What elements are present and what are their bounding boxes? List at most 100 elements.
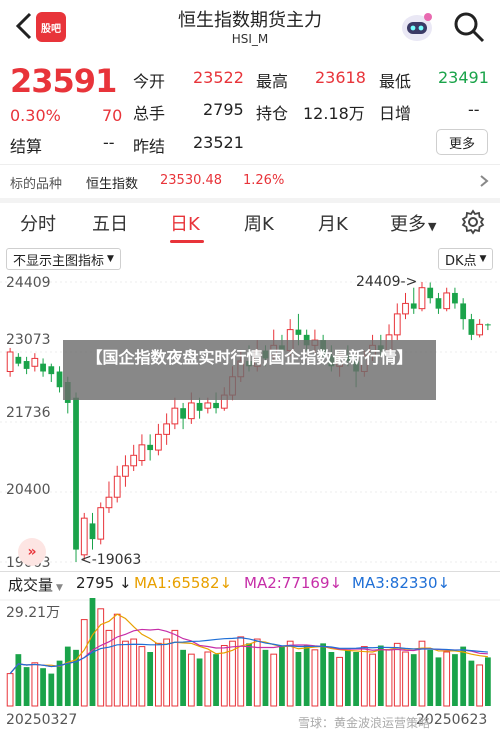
settle-value: -- bbox=[103, 133, 115, 152]
volume-bar bbox=[476, 664, 484, 707]
candle-body bbox=[196, 402, 203, 411]
indicator-select[interactable]: 不显示主图指标 ▼ bbox=[6, 248, 121, 270]
y-tick-label: 23073 bbox=[6, 332, 51, 348]
ma1-row: MA1:65582↓ bbox=[134, 574, 232, 592]
candle-body bbox=[138, 444, 146, 462]
candle-body bbox=[187, 402, 195, 420]
robot-assistant-icon[interactable] bbox=[398, 8, 436, 46]
date-start: 20250327 bbox=[6, 712, 78, 728]
volume-bar bbox=[155, 642, 162, 707]
down-arrow-icon: ↓ bbox=[437, 574, 451, 592]
divider bbox=[0, 571, 500, 572]
candle-body bbox=[452, 292, 458, 304]
candle-body bbox=[89, 523, 96, 540]
volume-bar bbox=[336, 656, 343, 707]
down-arrow-icon: ↓ bbox=[114, 574, 132, 592]
volume-bar bbox=[344, 649, 351, 706]
volume-current: 2795 bbox=[76, 574, 115, 592]
more-quote-button[interactable]: 更多 bbox=[436, 129, 488, 155]
volume-bar bbox=[353, 652, 359, 706]
candle-body bbox=[402, 302, 409, 315]
tab-weekly-k[interactable]: 周K bbox=[244, 210, 274, 236]
settings-gear-icon[interactable] bbox=[460, 209, 486, 235]
settle-label: 结算 bbox=[10, 137, 43, 156]
volume-bar bbox=[220, 645, 228, 707]
volume-bar bbox=[452, 654, 458, 706]
candle-body bbox=[476, 323, 484, 336]
volume-bar bbox=[427, 649, 434, 706]
volume-bar bbox=[253, 638, 261, 707]
volume-bar bbox=[48, 673, 55, 706]
low-label: 最低 bbox=[379, 72, 412, 91]
section-gap bbox=[0, 198, 500, 203]
news-banner[interactable]: 【国企指数夜盘实时行情,国企指数最新行情】 bbox=[63, 340, 436, 400]
candle-body bbox=[31, 357, 39, 367]
candle-body bbox=[171, 407, 179, 425]
volume-value-row: 2795 ↓ bbox=[76, 574, 132, 592]
search-icon[interactable] bbox=[452, 10, 486, 44]
volume-select-label: 成交量 bbox=[8, 576, 54, 594]
tab-five-day[interactable]: 五日 bbox=[92, 210, 128, 236]
volume-bar bbox=[270, 653, 278, 707]
volume-bar bbox=[303, 645, 310, 706]
volume-bar bbox=[15, 654, 22, 706]
candle-body bbox=[460, 303, 467, 320]
candle-body bbox=[73, 397, 79, 550]
ma1-value: MA1:65582 bbox=[134, 574, 220, 592]
volume-bar bbox=[262, 649, 269, 706]
volume-bar bbox=[6, 673, 14, 707]
caret-down-icon: ▼ bbox=[479, 254, 487, 264]
high-annotation: 24409-> bbox=[356, 274, 418, 290]
target-pct: 1.26% bbox=[243, 173, 285, 188]
tab-monthly-k[interactable]: 月K bbox=[318, 210, 348, 236]
volume-bar bbox=[369, 653, 376, 707]
prev-settle-label: 昨结 bbox=[133, 137, 166, 156]
tab-intraday[interactable]: 分时 bbox=[20, 210, 56, 236]
candle-body bbox=[6, 351, 14, 373]
volume-bar bbox=[377, 645, 384, 706]
tab-more[interactable]: 更多 ▼ bbox=[390, 210, 436, 236]
volume-bar bbox=[360, 646, 368, 707]
volume-value: 2795 bbox=[203, 100, 244, 119]
volume-bar bbox=[40, 668, 46, 706]
watermark: 雪球：黄金波浪运营策略 bbox=[298, 716, 431, 730]
target-name: 恒生指数 bbox=[86, 177, 139, 192]
target-row[interactable]: 标的品种 恒生指数 23530.48 1.26% bbox=[0, 166, 500, 196]
volume-indicator-select[interactable]: 成交量 ▼ bbox=[8, 574, 63, 595]
candle-body bbox=[427, 287, 434, 299]
hold-label: 持仓 bbox=[256, 104, 289, 123]
volume-bar bbox=[163, 638, 171, 707]
double-chevron-icon[interactable]: » bbox=[18, 538, 46, 566]
chevron-right-icon bbox=[480, 175, 489, 187]
target-label: 标的品种 bbox=[10, 177, 63, 192]
candle-body bbox=[122, 465, 129, 477]
active-tab-underline bbox=[170, 240, 204, 243]
candle-body bbox=[155, 433, 162, 451]
volume-chart[interactable] bbox=[0, 598, 500, 710]
candlestick-chart[interactable] bbox=[0, 272, 500, 572]
candle-body bbox=[147, 444, 154, 451]
ma2-value: MA2:77169 bbox=[244, 574, 330, 592]
candle-body bbox=[418, 287, 426, 310]
dayinc-label: 日增 bbox=[379, 104, 412, 123]
volume-bar bbox=[279, 646, 285, 706]
candle-body bbox=[15, 356, 22, 364]
volume-bar bbox=[23, 667, 30, 706]
volume-bar bbox=[295, 652, 302, 706]
ma3-value: MA3:82330 bbox=[352, 574, 438, 592]
tab-daily-k[interactable]: 日K bbox=[170, 210, 200, 236]
volume-bar bbox=[64, 646, 71, 706]
volume-label: 总手 bbox=[133, 104, 166, 123]
candle-body bbox=[130, 454, 138, 467]
volume-bar bbox=[213, 654, 219, 706]
volume-bar bbox=[460, 646, 467, 706]
volume-y-max: 29.21万 bbox=[6, 605, 61, 621]
low-annotation: <-19063 bbox=[80, 552, 142, 568]
dk-select[interactable]: DK点 ▼ bbox=[438, 248, 494, 270]
candle-body bbox=[80, 517, 88, 556]
candle-body bbox=[468, 319, 475, 335]
candle-body bbox=[213, 402, 219, 409]
volume-bar bbox=[402, 651, 409, 707]
high-value: 23618 bbox=[315, 68, 366, 87]
down-arrow-icon: ↓ bbox=[329, 574, 343, 592]
